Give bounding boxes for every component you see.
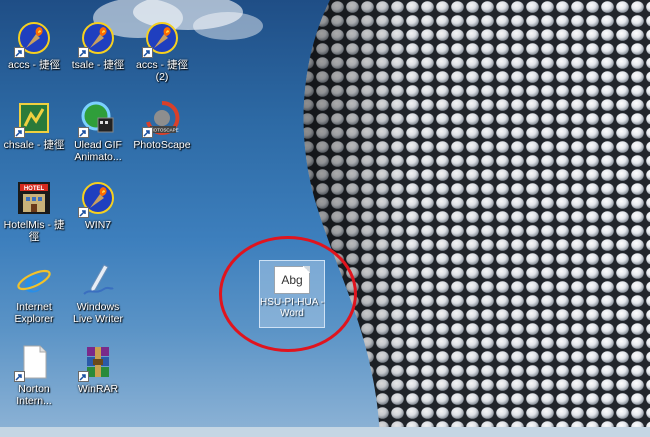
desktop-icon-norton[interactable]: Norton Intern... [2, 344, 66, 420]
desktop-icon-internet-explorer[interactable]: e Internet Explorer [2, 262, 66, 338]
desktop-icon-tsale[interactable]: tsale - 捷徑 [66, 20, 130, 96]
blank-document-icon [14, 344, 52, 382]
torch-icon [14, 20, 52, 58]
shortcut-arrow-icon [14, 371, 25, 382]
desktop-icon-photoscape[interactable]: PHOTOSCAPE PhotoScape [130, 100, 194, 176]
torch-icon [142, 20, 180, 58]
desktop-icon-chsale[interactable]: chsale - 捷徑 [2, 100, 66, 176]
desktop-icon-label: Internet Explorer [14, 301, 54, 325]
shortcut-arrow-icon [78, 127, 89, 138]
desktop-icon-label: Norton Intern... [16, 383, 52, 407]
winrar-icon [78, 344, 116, 382]
hotel-sign-text: HOTEL [24, 186, 45, 192]
word-document-icon: Abg [274, 266, 310, 294]
live-writer-icon [80, 262, 116, 298]
desktop[interactable]: accs - 捷徑 tsale - 捷徑 accs - 捷徑 (2) chsal… [0, 0, 650, 437]
desktop-icon-windows-live-writer[interactable]: Windows Live Writer [66, 262, 130, 338]
shortcut-arrow-icon [78, 207, 89, 218]
photoscape-icon: PHOTOSCAPE [142, 100, 180, 138]
desktop-icon-hotelmis[interactable]: HOTEL HotelMis - 捷徑 [2, 180, 66, 256]
desktop-icon-label: chsale - 捷徑 [3, 139, 65, 151]
desktop-icon-accs[interactable]: accs - 捷徑 [2, 20, 66, 96]
desktop-icon-label: HotelMis - 捷徑 [3, 219, 65, 243]
torch-icon [78, 20, 116, 58]
internet-explorer-icon: e [16, 262, 52, 298]
desktop-icon-hsu-pi-hua-word[interactable]: Abg HSU-PI-HUA -Word [259, 260, 325, 328]
desktop-icon-label: accs - 捷徑 [8, 59, 60, 71]
ulead-gif-icon [78, 100, 116, 138]
taskbar-edge [0, 427, 650, 437]
desktop-icon-label: PhotoScape [133, 139, 191, 151]
desktop-icon-ulead-gif[interactable]: Ulead GIF Animato... [66, 100, 130, 176]
desktop-icon-label: Windows Live Writer [73, 301, 123, 325]
hotel-icon: HOTEL [16, 180, 52, 216]
shortcut-arrow-icon [78, 371, 89, 382]
shortcut-arrow-icon [14, 47, 25, 58]
desktop-icon-label: tsale - 捷徑 [71, 59, 125, 71]
desktop-icon-label: Ulead GIF Animato... [74, 139, 122, 163]
desktop-icon-label: WinRAR [77, 383, 119, 395]
shortcut-arrow-icon [78, 47, 89, 58]
desktop-icon-label: HSU-PI-HUA -Word [260, 297, 324, 319]
desktop-icon-win7[interactable]: WIN7 [66, 180, 130, 256]
desktop-icon-label: accs - 捷徑 (2) [136, 59, 188, 83]
desktop-icon-label: WIN7 [84, 219, 112, 231]
shortcut-arrow-icon [142, 47, 153, 58]
desktop-icon-winrar[interactable]: WinRAR [66, 344, 130, 420]
desktop-icon-accs-2[interactable]: accs - 捷徑 (2) [130, 20, 194, 96]
chart-app-icon [14, 100, 52, 138]
shortcut-arrow-icon [14, 127, 25, 138]
torch-icon [78, 180, 116, 218]
svg-text:e: e [24, 262, 44, 298]
shortcut-arrow-icon [142, 127, 153, 138]
